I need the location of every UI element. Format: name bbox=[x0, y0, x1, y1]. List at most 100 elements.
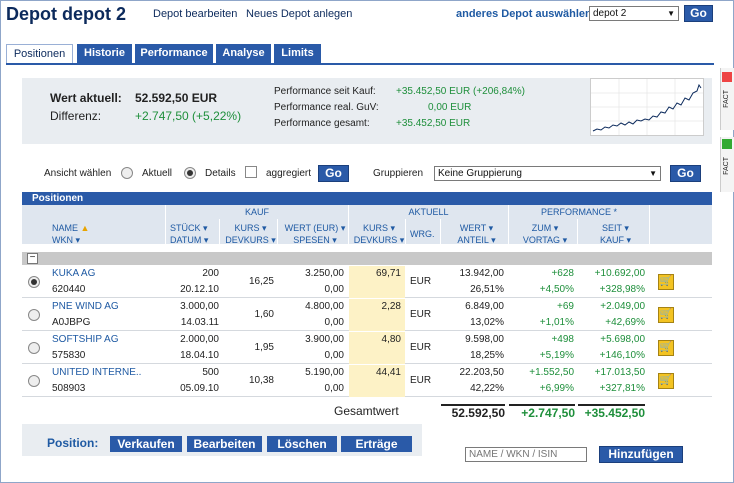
col-seit-kauf[interactable]: SEIT ▾ KAUF ▾ bbox=[578, 219, 649, 245]
group-header-aktuell: AKTUELL bbox=[349, 205, 508, 219]
row-wrg: EUR bbox=[410, 342, 432, 353]
row-kaufwert: 3.250,00 bbox=[305, 268, 344, 279]
view-go-button[interactable]: Go bbox=[318, 165, 349, 182]
perf-kauf-label: Performance seit Kauf: bbox=[274, 86, 376, 97]
row-name[interactable]: SOFTSHIP AG bbox=[52, 332, 119, 348]
col-name-label: NAME bbox=[52, 223, 79, 233]
add-button[interactable]: Hinzufügen bbox=[599, 446, 683, 463]
col-kurs-aktuell[interactable]: KURS ▾ DEVKURS ▾ bbox=[349, 219, 405, 245]
side-tab-2[interactable]: FACT bbox=[720, 137, 734, 192]
depot-go-button[interactable]: Go bbox=[684, 5, 713, 22]
row-stueck: 3.000,00 bbox=[180, 301, 219, 312]
col-wert[interactable]: WERT ▾ ANTEIL ▾ bbox=[441, 219, 508, 245]
col-kurs2-label: KURS bbox=[362, 223, 388, 233]
sparkline-svg bbox=[591, 79, 703, 135]
tab-underline bbox=[6, 63, 714, 65]
chevron-down-icon: ▼ bbox=[667, 9, 675, 18]
sort-icon: ▾ bbox=[262, 223, 267, 233]
total-vortag: +2.747,50 bbox=[509, 404, 575, 420]
row-name[interactable]: UNITED INTERNE.. bbox=[52, 365, 141, 381]
sort-icon: ▾ bbox=[626, 235, 632, 245]
side-tab-1[interactable]: FACT bbox=[720, 68, 734, 130]
tab-analyse[interactable]: Analyse bbox=[216, 44, 271, 64]
table-row[interactable]: PNE WIND AG A0JBPG 3.000,00 14.03.11 1,60 4.8… bbox=[22, 299, 712, 331]
row-seit-pct: +328,98% bbox=[599, 284, 645, 295]
row-vortag-pct: +4,50% bbox=[539, 284, 574, 295]
collapse-icon[interactable]: − bbox=[27, 253, 38, 264]
row-kaufwert: 5.190,00 bbox=[305, 367, 344, 378]
table-row[interactable]: KUKA AG 620440 200 20.12.10 16,25 3.250,00 0,0… bbox=[22, 266, 712, 298]
row-vortag-abs: +1.552,50 bbox=[529, 367, 574, 378]
radio-details[interactable] bbox=[184, 167, 196, 179]
row-datum: 20.12.10 bbox=[180, 284, 219, 295]
tab-positionen[interactable]: Positionen bbox=[6, 44, 73, 64]
col-actions bbox=[650, 219, 712, 244]
side-tab-1-label: FACT bbox=[723, 90, 730, 108]
table-row[interactable]: UNITED INTERNE.. 508903 500 05.09.10 10,38 5.… bbox=[22, 365, 712, 397]
cart-icon[interactable]: 🛒 bbox=[658, 274, 674, 290]
col-name[interactable]: NAME ▲ WKN ▾ bbox=[22, 219, 165, 245]
row-select-radio[interactable] bbox=[28, 342, 40, 354]
earnings-button[interactable]: Erträge bbox=[341, 436, 412, 452]
row-name[interactable]: PNE WIND AG bbox=[52, 299, 119, 315]
col-datum-label: DATUM bbox=[170, 235, 202, 245]
sort-icon: ▾ bbox=[203, 223, 208, 233]
row-wkn: 620440 bbox=[52, 284, 86, 295]
group-header-performance: PERFORMANCE * bbox=[509, 205, 649, 219]
action-bar: Position: Verkaufen Bearbeiten Löschen E… bbox=[22, 424, 422, 456]
edit-button[interactable]: Bearbeiten bbox=[187, 436, 262, 452]
tab-limits[interactable]: Limits bbox=[274, 44, 321, 64]
search-input[interactable] bbox=[465, 447, 587, 462]
col-wkn-label: WKN bbox=[52, 235, 73, 245]
col-devkurs-label: DEVKURS bbox=[225, 235, 269, 245]
row-vortag-abs: +498 bbox=[551, 334, 574, 345]
cart-icon[interactable]: 🛒 bbox=[658, 307, 674, 323]
sort-icon: ▾ bbox=[399, 235, 405, 245]
row-select-radio[interactable] bbox=[28, 309, 40, 321]
sort-asc-icon: ▲ bbox=[80, 223, 90, 233]
row-wert: 13.942,00 bbox=[459, 268, 505, 279]
new-depot-link[interactable]: Neues Depot anlegen bbox=[246, 8, 352, 20]
sell-button[interactable]: Verkaufen bbox=[110, 436, 182, 452]
sort-icon: ▾ bbox=[488, 223, 494, 233]
row-vortag-abs: +69 bbox=[557, 301, 574, 312]
tab-historie[interactable]: Historie bbox=[77, 44, 132, 64]
row-wert: 6.849,00 bbox=[465, 301, 504, 312]
sort-icon: ▾ bbox=[203, 235, 209, 245]
col-stueck[interactable]: STÜCK ▾ DATUM ▾ bbox=[166, 219, 219, 245]
table-row[interactable]: SOFTSHIP AG 575830 2.000,00 18.04.10 1,95 3.9… bbox=[22, 332, 712, 364]
diff-value: +2.747,50 (+5,22%) bbox=[135, 109, 242, 123]
row-select-radio[interactable] bbox=[28, 375, 40, 387]
perf-guv-label: Performance real. GuV: bbox=[274, 102, 379, 113]
sort-icon: ▾ bbox=[553, 223, 559, 233]
row-datum: 14.03.11 bbox=[180, 317, 219, 328]
row-wert: 9.598,00 bbox=[465, 334, 504, 345]
row-seit-abs: +17.013,50 bbox=[594, 367, 645, 378]
row-spesen: 0,00 bbox=[324, 284, 344, 295]
tab-performance[interactable]: Performance bbox=[135, 44, 213, 64]
sort-icon: ▾ bbox=[332, 235, 337, 245]
gruppieren-select[interactable]: Keine Gruppierung ▼ bbox=[434, 166, 661, 181]
cart-icon[interactable]: 🛒 bbox=[658, 340, 674, 356]
cart-icon[interactable]: 🛒 bbox=[658, 373, 674, 389]
row-select-radio[interactable] bbox=[28, 276, 40, 288]
col-kurs[interactable]: KURS ▾ DEVKURS ▾ bbox=[220, 219, 277, 245]
performance-sparkline[interactable] bbox=[590, 78, 704, 136]
row-wrg: EUR bbox=[410, 375, 432, 386]
col-wrg[interactable]: WRG. bbox=[406, 219, 440, 244]
col-kauf-label: KAUF bbox=[599, 235, 624, 245]
delete-button[interactable]: Löschen bbox=[267, 436, 337, 452]
radio-aktuell[interactable] bbox=[121, 167, 133, 179]
col-vortag-label: VORTAG bbox=[522, 235, 561, 245]
group-toggle-row: − bbox=[22, 252, 712, 265]
row-kurs: 2,28 bbox=[381, 301, 401, 312]
col-wert-eur[interactable]: WERT (EUR) ▾ SPESEN ▾ bbox=[278, 219, 348, 245]
col-devkurs2-label: DEVKURS bbox=[353, 235, 398, 245]
row-name[interactable]: KUKA AG bbox=[52, 266, 95, 282]
depot-select[interactable]: depot 2 ▼ bbox=[589, 6, 679, 21]
aggregiert-checkbox[interactable] bbox=[245, 166, 257, 178]
col-vortag[interactable]: ZUM ▾ VORTAG ▾ bbox=[509, 219, 577, 245]
gruppieren-go-button[interactable]: Go bbox=[670, 165, 701, 182]
group-header-blank2 bbox=[650, 205, 712, 219]
edit-depot-link[interactable]: Depot bearbeiten bbox=[153, 8, 237, 20]
